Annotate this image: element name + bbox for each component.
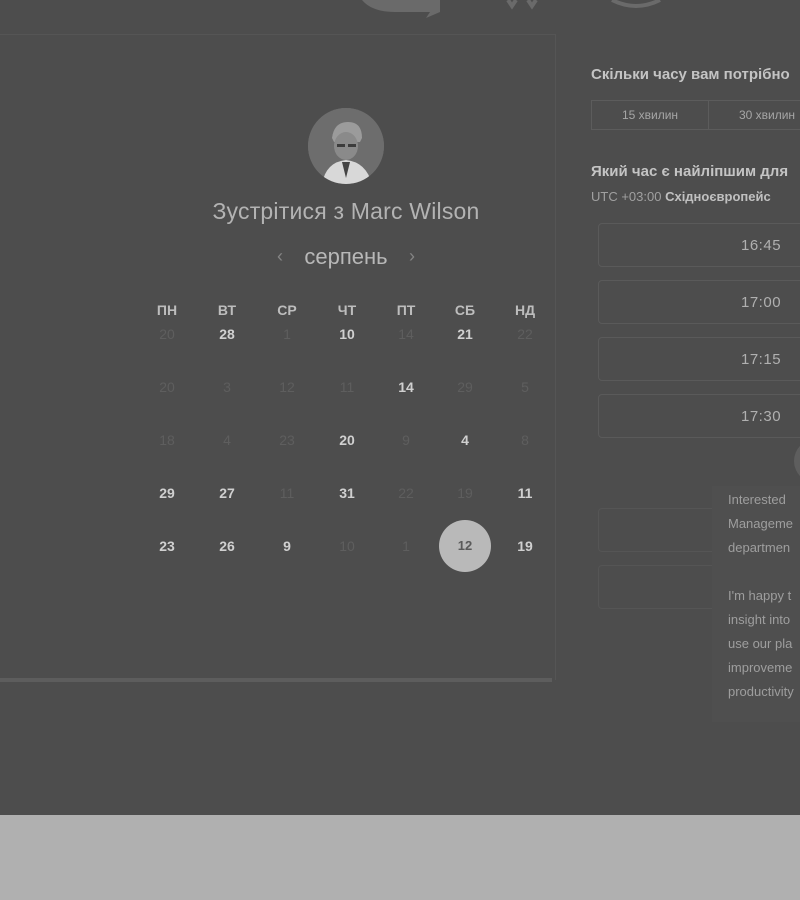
calendar-day[interactable]: 23 [147,534,187,558]
calendar-day[interactable]: 20 [327,428,367,452]
person-icon [308,108,384,184]
calendar-day: 18 [159,432,175,448]
calendar-day[interactable]: 29 [147,481,187,505]
weekday-label: ПН [156,302,178,318]
weekday-label: ВТ [217,302,237,318]
calendar-day[interactable]: 11 [505,481,545,505]
calendar-day[interactable]: 27 [207,481,247,505]
host-avatar [308,108,384,184]
calendar-day[interactable]: 9 [267,534,307,558]
month-label: серпень [304,244,388,269]
timeslot-label: 17:00 [741,294,782,311]
chevron-right-icon[interactable]: › [402,242,422,272]
timeslot-label: 16:45 [741,237,782,254]
chat-message-paragraph: I'm happy t insight into use our pla imp… [728,588,794,699]
page-footer-band [0,815,800,900]
weekday-label: ЧТ [337,302,357,318]
calendar-day: 9 [402,432,410,448]
timeslot-label: 17:30 [741,408,782,425]
timeslot-button[interactable]: 17:00 [598,280,800,324]
booking-options-panel: Скільки часу вам потрібно 15 хвилин 30 х… [556,34,800,734]
weekday-label: НД [514,302,536,318]
weekday-label: СР [277,302,297,318]
duration-selector: 15 хвилин 30 хвилин [591,100,800,130]
calendar-day[interactable]: 19 [505,534,545,558]
weekday-label: ПТ [396,302,416,318]
meeting-title: Зустрітися з Marc Wilson [212,198,480,224]
duration-option-15[interactable]: 15 хвилин [592,101,709,129]
chat-avatar-icon[interactable] [794,439,800,483]
calendar-day[interactable]: 26 [207,534,247,558]
calendar-day: 23 [279,432,295,448]
chevron-left-icon[interactable]: ‹ [270,242,290,272]
calendar-day: 4 [223,432,231,448]
calendar-day: 10 [339,538,355,554]
timezone-name[interactable]: Східноєвропейс [665,189,771,204]
timeslot-button[interactable]: 17:30 [598,394,800,438]
calendar-day: 3 [223,379,231,395]
month-navigator: ‹ серпень › [246,242,446,272]
calendar-day: 1 [402,538,410,554]
calendar-day: 22 [517,326,533,342]
calendar-day[interactable]: 28 [207,322,247,346]
calendar-day[interactable]: 31 [327,481,367,505]
weekday-label: СБ [454,302,476,318]
calendar-day: 11 [339,379,355,395]
calendar-day[interactable]: 10 [327,322,367,346]
timezone-offset: UTC +03:00 [591,189,662,204]
calendar-day: 20 [159,379,175,395]
calendar-day: 20 [159,326,175,342]
timeslot-label: 17:15 [741,351,782,368]
timezone-label: UTC +03:00 Східноєвропейс [591,189,771,204]
timeslot-button[interactable]: 17:15 [598,337,800,381]
calendar-day: 11 [279,485,295,501]
calendar-day: 1 [283,326,291,342]
calendar-day: 12 [279,379,295,395]
calendar-day[interactable]: 14 [386,375,426,399]
chat-message-paragraph: Interested Manageme departmen [728,492,794,555]
time-question: Який час є найліпшим для [591,163,789,180]
calendar-day: 5 [521,379,529,395]
logo-icon [362,0,661,18]
calendar-day-selected[interactable]: 12 [439,520,491,572]
duration-option-30[interactable]: 30 хвилин [709,101,800,129]
calendar-day[interactable]: 21 [445,322,485,346]
calendar-day: 29 [457,379,473,395]
calendar-day[interactable]: 4 [445,428,485,452]
calendar-day: 22 [398,485,414,501]
duration-question: Скільки часу вам потрібно [591,66,790,83]
calendar-day: 8 [521,432,529,448]
calendar-day: 14 [398,326,414,342]
booking-calendar-card [0,34,556,680]
card-scroll-edge [0,678,552,682]
timeslot-button[interactable]: 16:45 [598,223,800,267]
calendar-day: 19 [457,485,473,501]
chat-message-bubble: Interested Manageme departmen I'm happy … [712,486,800,722]
